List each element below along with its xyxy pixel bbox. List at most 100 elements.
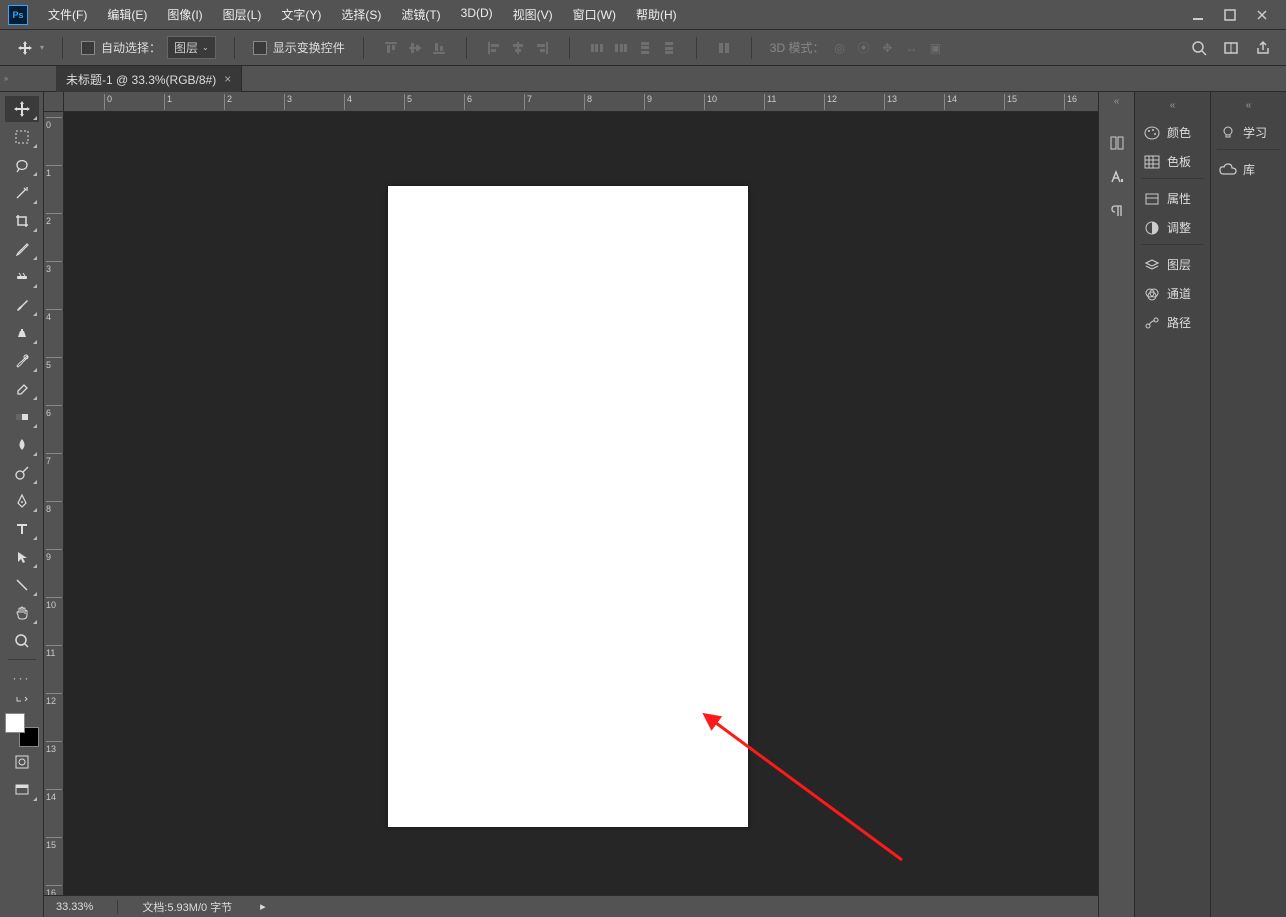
vertical-ruler[interactable]: 01234567891011121314151617 <box>44 112 64 895</box>
quick-mask-button[interactable] <box>5 749 39 775</box>
ruler-tick: 14 <box>944 94 957 110</box>
cc-libraries-icon <box>1219 162 1237 178</box>
collapse-panels-icon[interactable]: « <box>1114 96 1120 107</box>
clone-stamp-tool[interactable] <box>5 320 39 346</box>
canvas-viewport[interactable] <box>64 112 1098 895</box>
tool-preset-caret-icon[interactable]: ▾ <box>40 43 44 52</box>
menu-select[interactable]: 选择(S) <box>333 2 389 27</box>
hand-tool[interactable] <box>5 600 39 626</box>
menu-file[interactable]: 文件(F) <box>40 2 95 27</box>
zoom-tool[interactable] <box>5 628 39 654</box>
auto-select-checkbox[interactable] <box>81 41 95 55</box>
swap-colors-button[interactable] <box>5 693 39 707</box>
frame-arrangement-icon[interactable] <box>1222 39 1240 57</box>
dodge-tool[interactable] <box>5 460 39 486</box>
crop-tool[interactable] <box>5 208 39 234</box>
panel-properties[interactable]: 属性 <box>1135 184 1210 213</box>
3d-scale-icon[interactable]: ▣ <box>926 39 944 57</box>
close-tab-icon[interactable]: × <box>224 72 231 86</box>
panel-paths[interactable]: 路径 <box>1135 308 1210 337</box>
panel-label: 库 <box>1243 161 1255 178</box>
align-right-icon[interactable] <box>533 39 551 57</box>
document-info[interactable]: 文档:5.93M/0 字节 <box>142 899 232 915</box>
collapse-panels-icon-3[interactable]: « <box>1246 100 1252 111</box>
collapsed-panel-strip-2: « 颜色 色板 属性 调整 图层 <box>1134 92 1210 917</box>
status-menu-icon[interactable]: ▸ <box>260 900 266 913</box>
menu-image[interactable]: 图像(I) <box>159 2 210 27</box>
menu-window[interactable]: 窗口(W) <box>565 2 624 27</box>
artboard[interactable] <box>388 186 748 827</box>
auto-select-label: 自动选择： <box>101 39 161 56</box>
ruler-tick: 2 <box>224 94 232 110</box>
marquee-tool[interactable] <box>5 124 39 150</box>
history-brush-tool[interactable] <box>5 348 39 374</box>
character-panel-icon[interactable] <box>1108 168 1126 186</box>
auto-select-dropdown[interactable]: 图层 ⌄ <box>167 36 216 59</box>
panel-learn[interactable]: 学习 <box>1211 118 1286 147</box>
panel-libraries[interactable]: 库 <box>1211 155 1286 184</box>
3d-orbit-icon[interactable]: ◎ <box>830 39 848 57</box>
align-hcenter-icon[interactable] <box>509 39 527 57</box>
minimize-button[interactable] <box>1190 7 1206 23</box>
align-top-icon[interactable] <box>382 39 400 57</box>
menu-3d[interactable]: 3D(D) <box>453 2 501 27</box>
collapsed-panel-strip-1: « <box>1098 92 1134 917</box>
document-tab-strip: » 未标题-1 @ 33.3%(RGB/8#) × <box>0 66 1286 92</box>
ruler-origin[interactable] <box>44 92 64 112</box>
3d-slide-icon[interactable]: ↔ <box>902 39 920 57</box>
panel-color[interactable]: 颜色 <box>1135 118 1210 147</box>
lasso-tool[interactable] <box>5 152 39 178</box>
eraser-tool[interactable] <box>5 376 39 402</box>
align-left-icon[interactable] <box>485 39 503 57</box>
foreground-color[interactable] <box>5 713 25 733</box>
document-tab[interactable]: 未标题-1 @ 33.3%(RGB/8#) × <box>56 66 242 92</box>
distribute-h1-icon[interactable] <box>588 39 606 57</box>
menu-filter[interactable]: 滤镜(T) <box>393 2 448 27</box>
3d-pan-icon[interactable]: ✥ <box>878 39 896 57</box>
align-bottom-icon[interactable] <box>430 39 448 57</box>
type-tool[interactable] <box>5 516 39 542</box>
share-icon[interactable] <box>1254 39 1272 57</box>
panel-layers[interactable]: 图层 <box>1135 250 1210 279</box>
menu-view[interactable]: 视图(V) <box>505 2 561 27</box>
show-transform-checkbox[interactable] <box>253 41 267 55</box>
collapse-panels-icon-2[interactable]: « <box>1170 100 1176 111</box>
healing-brush-tool[interactable] <box>5 264 39 290</box>
horizontal-ruler[interactable]: 01234567891011121314151617 <box>64 92 1098 112</box>
align-vcenter-icon[interactable] <box>406 39 424 57</box>
panel-adjustments[interactable]: 调整 <box>1135 213 1210 242</box>
history-panel-icon[interactable] <box>1108 134 1126 152</box>
ruler-tick: 8 <box>46 501 62 514</box>
menu-type[interactable]: 文字(Y) <box>273 2 329 27</box>
panel-swatches[interactable]: 色板 <box>1135 147 1210 176</box>
zoom-level[interactable]: 33.33% <box>56 901 93 913</box>
right-panels: « « 颜色 色板 属性 调整 <box>1098 92 1286 917</box>
blur-tool[interactable] <box>5 432 39 458</box>
distribute-h2-icon[interactable] <box>612 39 630 57</box>
magic-wand-tool[interactable] <box>5 180 39 206</box>
move-tool[interactable] <box>5 96 39 122</box>
edit-toolbar-button[interactable]: ··· <box>5 665 39 691</box>
shape-tool[interactable] <box>5 572 39 598</box>
screen-mode-button[interactable] <box>5 777 39 803</box>
menu-layer[interactable]: 图层(L) <box>215 2 270 27</box>
auto-align-icon[interactable] <box>715 39 733 57</box>
gradient-tool[interactable] <box>5 404 39 430</box>
eyedropper-tool[interactable] <box>5 236 39 262</box>
panel-label: 属性 <box>1167 190 1191 207</box>
path-selection-tool[interactable] <box>5 544 39 570</box>
panel-channels[interactable]: 通道 <box>1135 279 1210 308</box>
menu-help[interactable]: 帮助(H) <box>628 2 685 27</box>
brush-tool[interactable] <box>5 292 39 318</box>
distribute-v2-icon[interactable] <box>660 39 678 57</box>
toolbox-expand-toggle[interactable]: » <box>0 66 12 92</box>
paragraph-panel-icon[interactable] <box>1108 202 1126 220</box>
maximize-button[interactable] <box>1222 7 1238 23</box>
search-icon[interactable] <box>1190 39 1208 57</box>
distribute-v1-icon[interactable] <box>636 39 654 57</box>
menu-edit[interactable]: 编辑(E) <box>99 2 155 27</box>
color-swatches[interactable] <box>5 713 39 747</box>
pen-tool[interactable] <box>5 488 39 514</box>
close-button[interactable] <box>1254 7 1270 23</box>
3d-roll-icon[interactable]: ⦿ <box>854 39 872 57</box>
